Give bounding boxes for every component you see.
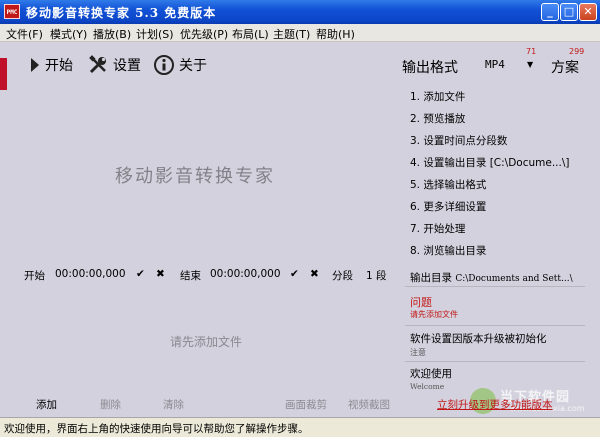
menu-help[interactable]: 帮助(H) <box>316 26 355 42</box>
issue-title: 问题 <box>410 296 432 309</box>
start-clear-icon[interactable]: ✖ <box>156 268 165 280</box>
divider <box>405 286 585 287</box>
menu-file[interactable]: 文件(F) <box>6 26 43 42</box>
minimize-button[interactable]: _ <box>541 3 559 21</box>
step-output-format[interactable]: 5. 选择输出格式 <box>410 177 590 199</box>
step-add-files[interactable]: 1. 添加文件 <box>410 89 590 111</box>
menu-mode[interactable]: 模式(Y) <box>50 26 87 42</box>
format-selector[interactable]: MP4 <box>485 58 505 71</box>
quick-guide: 1. 添加文件 2. 预览播放 3. 设置时间点分段数 4. 设置输出目录 [C… <box>410 89 590 265</box>
divider <box>405 361 585 362</box>
output-dir[interactable]: 输出目录 C:\Documents and Sett...\ <box>410 270 573 285</box>
status-bar: 欢迎使用，界面右上角的快速使用向导可以帮助您了解操作步骤。 <box>0 417 600 437</box>
menu-layout[interactable]: 布局(L) <box>232 26 269 42</box>
welcome-subtitle: Welcome <box>410 382 445 391</box>
end-time-field[interactable]: 00:00:00,000 <box>210 268 281 280</box>
about-button-label: 关于 <box>179 58 207 74</box>
screenshot-button[interactable]: 视频截图 <box>348 397 390 412</box>
window-title: 移动影音转换专家 5.3 免费版本 <box>26 6 217 20</box>
maximize-button[interactable]: □ <box>560 3 578 21</box>
info-icon <box>154 55 174 75</box>
step-more-settings[interactable]: 6. 更多详细设置 <box>410 199 590 221</box>
accent-strip <box>0 58 7 90</box>
notice-title: 软件设置因版本升级被初始化 <box>410 333 547 345</box>
segment-label: 分段 <box>332 270 353 282</box>
upgrade-link[interactable]: 立刻升级到更多功能版本 <box>437 397 553 412</box>
step-set-time[interactable]: 3. 设置时间点分段数 <box>410 133 590 155</box>
app-icon: PMC <box>4 4 20 19</box>
app-name-watermark: 移动影音转换专家 <box>115 166 275 187</box>
main-panel: 开始 设置 关于 输出格式 MP4 71 ▼ 方案 299 移动影音转换专家 1… <box>0 42 600 417</box>
start-time-label: 开始 <box>24 270 45 282</box>
dropdown-arrow-icon[interactable]: ▼ <box>527 60 533 69</box>
close-button[interactable]: ✕ <box>579 3 597 21</box>
issue-subtitle: 请先添加文件 <box>410 310 458 319</box>
start-confirm-icon[interactable]: ✔ <box>136 268 145 280</box>
menu-schedule[interactable]: 计划(S) <box>136 26 174 42</box>
title-bar: PMC 移动影音转换专家 5.3 免费版本 _ □ ✕ <box>0 0 600 24</box>
step-start[interactable]: 7. 开始处理 <box>410 221 590 243</box>
tools-icon <box>89 55 106 74</box>
scheme-count-badge: 299 <box>569 47 585 56</box>
start-time-field[interactable]: 00:00:00,000 <box>55 268 126 280</box>
menu-bar: 文件(F) 模式(Y) 播放(B) 计划(S) 优先级(P) 布局(L) 主题(… <box>0 24 600 42</box>
format-count-badge: 71 <box>526 47 537 56</box>
settings-button[interactable]: 设置 <box>88 54 141 76</box>
delete-button[interactable]: 删除 <box>100 397 121 412</box>
welcome-title: 欢迎使用 <box>410 368 452 380</box>
step-preview[interactable]: 2. 预览播放 <box>410 111 590 133</box>
end-confirm-icon[interactable]: ✔ <box>290 268 299 280</box>
menu-theme[interactable]: 主题(T) <box>273 26 310 42</box>
crop-button[interactable]: 画面裁剪 <box>285 397 327 412</box>
segment-value[interactable]: 1 段 <box>366 268 387 283</box>
file-list-empty-hint: 请先添加文件 <box>170 335 243 349</box>
output-dir-path: C:\Documents and Sett...\ <box>455 274 573 284</box>
output-dir-label: 输出目录 <box>410 272 452 284</box>
end-clear-icon[interactable]: ✖ <box>310 268 319 280</box>
menu-play[interactable]: 播放(B) <box>93 26 131 42</box>
step-output-dir[interactable]: 4. 设置输出目录 [C:\Docume...\] <box>410 155 590 177</box>
start-button-label: 开始 <box>45 58 73 74</box>
end-time-label: 结束 <box>180 270 201 282</box>
add-button[interactable]: 添加 <box>36 397 57 412</box>
notice-subtitle: 注意 <box>410 348 426 357</box>
scheme-button[interactable]: 方案 <box>551 57 579 77</box>
play-icon <box>31 58 39 72</box>
start-button[interactable]: 开始 <box>30 54 73 76</box>
clear-button[interactable]: 清除 <box>163 397 184 412</box>
status-text: 欢迎使用，界面右上角的快速使用向导可以帮助您了解操作步骤。 <box>4 423 309 435</box>
output-format-label: 输出格式 <box>402 60 458 76</box>
divider <box>405 325 585 326</box>
time-row: 开始 00:00:00,000 ✔ ✖ 结束 00:00:00,000 ✔ ✖ … <box>0 268 400 284</box>
menu-priority[interactable]: 优先级(P) <box>180 26 228 42</box>
about-button[interactable]: 关于 <box>154 54 207 76</box>
settings-button-label: 设置 <box>113 58 141 74</box>
